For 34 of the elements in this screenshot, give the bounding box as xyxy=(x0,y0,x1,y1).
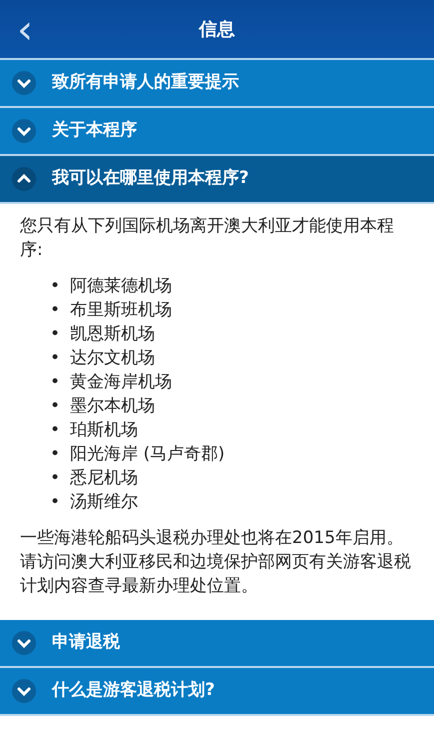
section-header[interactable]: 致所有申请人的重要提示 xyxy=(0,60,434,108)
section-header[interactable]: 我可以在哪里使用本程序? xyxy=(0,156,434,204)
airport-item: 阿德莱德机场 xyxy=(70,275,172,298)
bullet: • xyxy=(48,491,62,514)
airport-item: 悉尼机场 xyxy=(70,467,138,490)
section-header[interactable]: 关于本程序 xyxy=(0,108,434,156)
bullet: • xyxy=(48,323,62,346)
back-button[interactable]: ‹ xyxy=(10,10,40,50)
section-header[interactable]: 什么是游客退税计划? xyxy=(0,668,434,716)
section-header[interactable]: 申请退税 xyxy=(0,620,434,668)
airport-item: 达尔文机场 xyxy=(70,347,155,370)
bullet: • xyxy=(48,419,62,442)
airport-item: 凯恩斯机场 xyxy=(70,323,155,346)
airport-item: 汤斯维尔 xyxy=(70,491,138,514)
chevron-down-icon xyxy=(12,119,36,143)
airport-item: 珀斯机场 xyxy=(70,419,138,442)
airport-item: 布里斯班机场 xyxy=(70,299,172,322)
airport-item: 阳光海岸 (马卢奇郡) xyxy=(70,443,225,466)
bullet: • xyxy=(48,275,62,298)
bullet: • xyxy=(48,467,62,490)
bullet: • xyxy=(48,299,62,322)
bullet: • xyxy=(48,347,62,370)
intro-text: 您只有从下列国际机场离开澳大利亚才能使用本程序: xyxy=(20,215,395,262)
chevron-down-icon xyxy=(12,71,36,95)
chevron-up-icon xyxy=(12,167,36,191)
bullet: • xyxy=(48,371,62,394)
bullet: • xyxy=(48,443,62,466)
screen-title: 信息 xyxy=(199,18,235,42)
airport-item: 墨尔本机场 xyxy=(70,395,155,418)
bullet: • xyxy=(48,395,62,418)
chevron-down-icon xyxy=(12,679,36,703)
airport-item: 黄金海岸机场 xyxy=(70,371,172,394)
note-text: 一些海港轮船码头退税办理处也将在2015年启用。请访问澳大利亚移民和边境保护部网页有关游客退税计划内容查寻最新办理处位置。 xyxy=(20,527,412,598)
chevron-down-icon xyxy=(12,631,36,655)
